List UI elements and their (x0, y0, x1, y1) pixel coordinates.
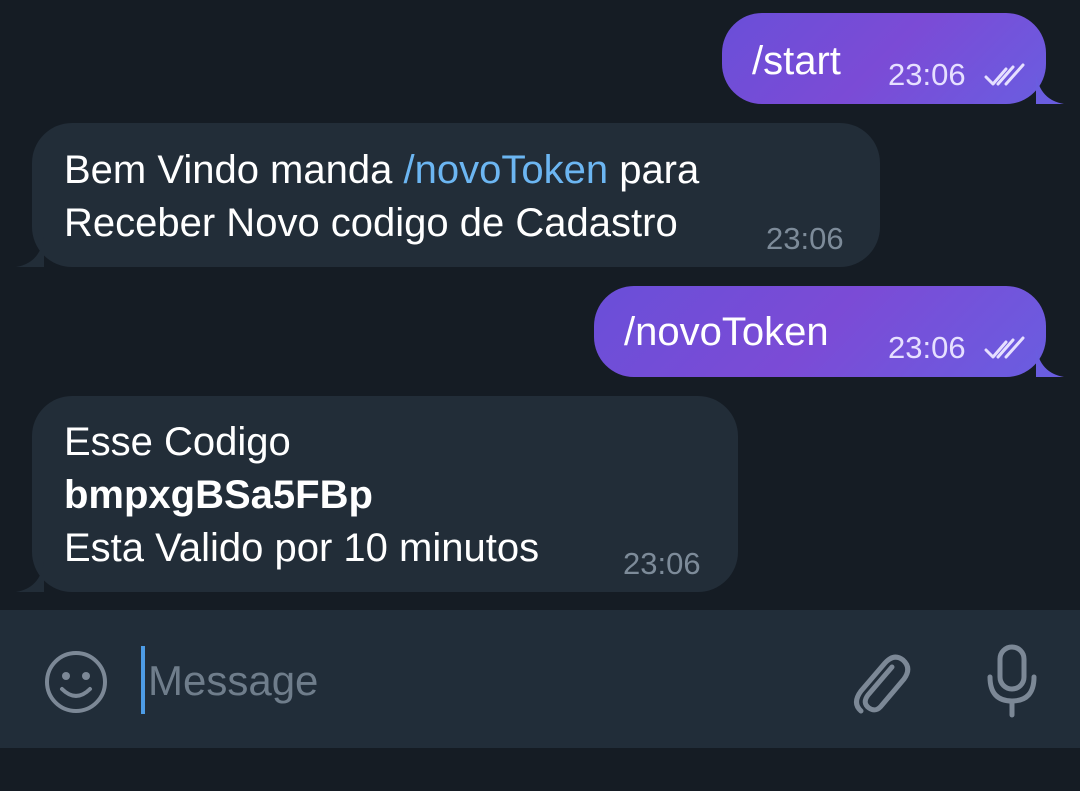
incoming-message[interactable]: Bem Vindo manda /novoToken para Receber … (32, 123, 880, 267)
token-code: bmpxgBSa5FBp (64, 473, 373, 517)
command-link[interactable]: /novoToken (403, 148, 608, 192)
double-check-icon (984, 336, 1025, 359)
message-input[interactable] (148, 650, 788, 712)
emoji-button[interactable] (40, 646, 112, 718)
outgoing-message[interactable]: /start 23:06 (722, 13, 1046, 104)
message-line: Esse Codigo (64, 420, 291, 464)
bubble-tail (1036, 74, 1064, 104)
message-text: /start (752, 39, 841, 83)
outgoing-message[interactable]: /novoToken 23:06 (594, 286, 1046, 377)
bubble-tail (16, 562, 44, 592)
voice-record-button[interactable] (976, 642, 1048, 722)
bottom-strip (0, 748, 1080, 791)
paperclip-icon (854, 654, 911, 714)
message-line: Esta Valido por 10 minutos (64, 526, 540, 570)
message-text: /novoToken (624, 310, 829, 354)
text-caret (141, 646, 145, 714)
message-time: 23:06 (623, 546, 701, 581)
message-text: Bem Vindo manda (64, 148, 404, 192)
message-time: 23:06 (766, 221, 844, 256)
incoming-message[interactable]: Esse Codigo bmpxgBSa5FBp Esta Valido por… (32, 396, 738, 592)
message-text: para (608, 148, 700, 192)
microphone-icon (987, 644, 1037, 718)
bubble-tail (16, 237, 44, 267)
emoji-icon (45, 651, 107, 713)
message-line: Bem Vindo manda /novoToken para (64, 144, 699, 197)
bubble-tail (1036, 347, 1064, 377)
double-check-icon (984, 63, 1025, 86)
attach-button[interactable] (844, 644, 916, 720)
chat-area: /start 23:06 Bem Vindo manda /novoToken … (0, 0, 1080, 610)
message-line: Receber Novo codigo de Cadastro (64, 201, 678, 245)
message-time: 23:06 (888, 330, 966, 365)
message-time: 23:06 (888, 57, 966, 92)
